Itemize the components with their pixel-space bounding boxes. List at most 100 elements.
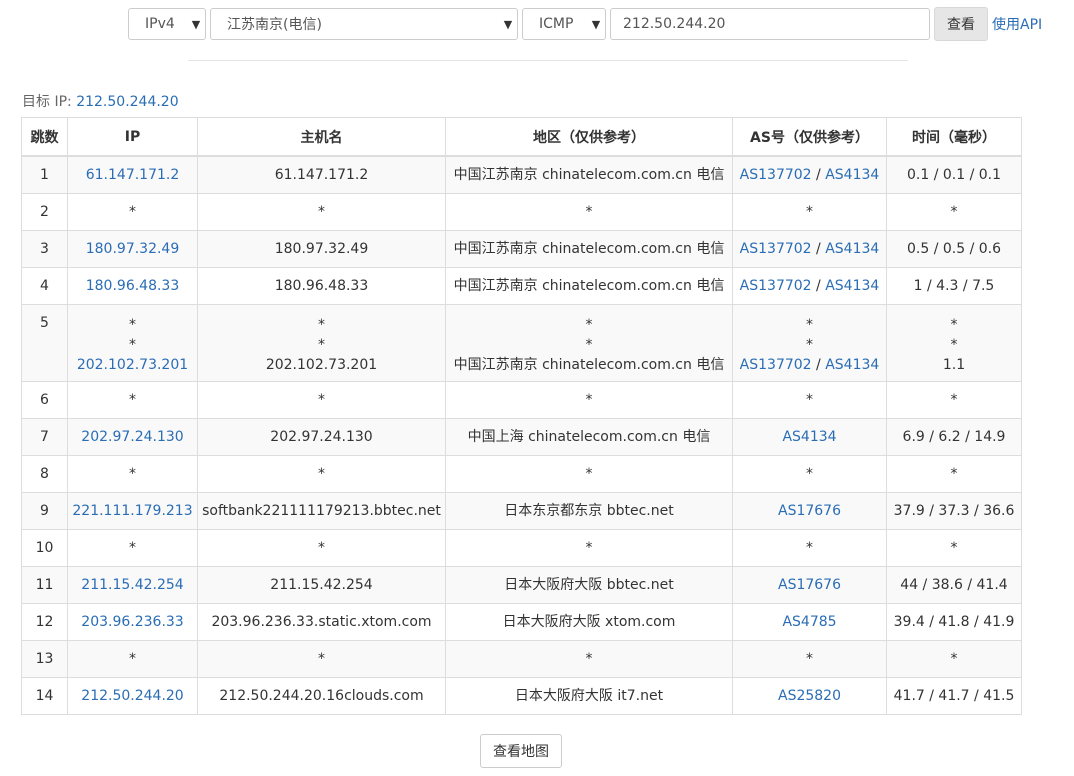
table-row: 10 * * * * * bbox=[21, 529, 1022, 567]
ip-link[interactable]: 61.147.171.2 bbox=[86, 167, 180, 183]
timeout-star: * bbox=[806, 317, 813, 333]
target-ip-value: 212.50.244.20 bbox=[76, 94, 179, 110]
as-cell: AS4785 bbox=[732, 603, 887, 641]
node-value: 江苏南京(电信) bbox=[227, 17, 322, 33]
as-cell: * bbox=[732, 455, 887, 493]
as-cell: * bbox=[732, 381, 887, 419]
time-cell: 1 / 4.3 / 7.5 bbox=[886, 267, 1022, 305]
table-row: 8 * * * * * bbox=[21, 455, 1022, 493]
as-link[interactable]: AS25820 bbox=[778, 688, 841, 704]
table-header-row: 跳数 IP 主机名 地区（仅供参考） AS号（仅供参考） 时间（毫秒） bbox=[21, 117, 1022, 157]
region-cell: 日本大阪府大阪 it7.net bbox=[445, 677, 733, 715]
region-cell: 日本东京都东京 bbtec.net bbox=[445, 492, 733, 530]
time-cell: 41.7 / 41.7 / 41.5 bbox=[886, 677, 1022, 715]
table-row: 4 180.96.48.33 180.96.48.33 中国江苏南京 china… bbox=[21, 267, 1022, 305]
ip-link[interactable]: 212.50.244.20 bbox=[81, 688, 183, 704]
as-link[interactable]: AS17676 bbox=[778, 503, 841, 519]
as-link[interactable]: AS4134 bbox=[825, 278, 879, 294]
target-input-value: 212.50.244.20 bbox=[623, 16, 726, 32]
region-cell: * bbox=[445, 455, 733, 493]
as-cell: AS25820 bbox=[732, 677, 887, 715]
ip-cell: 212.50.244.20 bbox=[67, 677, 198, 715]
hostname-cell: 211.15.42.254 bbox=[197, 566, 446, 604]
ip-version-value: IPv4 bbox=[145, 16, 175, 32]
chevron-down-icon: ▼ bbox=[503, 17, 513, 31]
region-text: 中国江苏南京 chinatelecom.com.cn 电信 bbox=[453, 357, 725, 373]
time-cell: * * 1.1 bbox=[886, 304, 1022, 382]
ip-version-select[interactable]: IPv4 ▼ bbox=[128, 8, 206, 40]
time-cell: * bbox=[886, 455, 1022, 493]
as-link[interactable]: AS4134 bbox=[825, 167, 879, 183]
hop-cell: 2 bbox=[21, 193, 68, 231]
use-api-link[interactable]: 使用API bbox=[992, 14, 1042, 34]
ip-cell: 180.97.32.49 bbox=[67, 230, 198, 268]
table-row: 14 212.50.244.20 212.50.244.20.16clouds.… bbox=[21, 677, 1022, 715]
region-cell: * bbox=[445, 193, 733, 231]
hop-cell: 4 bbox=[21, 267, 68, 305]
region-cell: * bbox=[445, 381, 733, 419]
chevron-down-icon: ▼ bbox=[191, 17, 201, 31]
timeout-star: * bbox=[585, 337, 593, 353]
as-link[interactable]: AS4134 bbox=[825, 357, 879, 373]
ip-cell: 221.111.179.213 bbox=[67, 492, 198, 530]
chevron-down-icon: ▼ bbox=[591, 17, 601, 31]
hostname-cell: 180.96.48.33 bbox=[197, 267, 446, 305]
divider bbox=[188, 60, 908, 61]
method-select[interactable]: ICMP ▼ bbox=[522, 8, 606, 40]
as-cell: AS137702 / AS4134 bbox=[732, 230, 887, 268]
ip-cell: 61.147.171.2 bbox=[67, 155, 198, 194]
query-button[interactable]: 查看 bbox=[934, 7, 988, 41]
node-select[interactable]: 江苏南京(电信) ▼ bbox=[210, 8, 518, 40]
ip-link[interactable]: 202.97.24.130 bbox=[81, 429, 183, 445]
hostname-cell: 203.96.236.33.static.xtom.com bbox=[197, 603, 446, 641]
col-header-region: 地区（仅供参考） bbox=[445, 117, 733, 157]
ip-cell: * bbox=[67, 455, 198, 493]
traceroute-table: 跳数 IP 主机名 地区（仅供参考） AS号（仅供参考） 时间（毫秒） 1 61… bbox=[21, 117, 1022, 715]
time-cell: * bbox=[886, 193, 1022, 231]
as-link[interactable]: AS137702 bbox=[740, 278, 812, 294]
ip-cell: 211.15.42.254 bbox=[67, 566, 198, 604]
hostname-cell: * bbox=[197, 455, 446, 493]
ip-link[interactable]: 180.96.48.33 bbox=[86, 278, 180, 294]
as-cell: AS17676 bbox=[732, 566, 887, 604]
hop-cell: 12 bbox=[21, 603, 68, 641]
as-link[interactable]: AS4134 bbox=[782, 429, 836, 445]
as-link[interactable]: AS137702 bbox=[740, 241, 812, 257]
hostname-cell: * bbox=[197, 381, 446, 419]
table-row: 2 * * * * * bbox=[21, 193, 1022, 231]
ip-cell: 203.96.236.33 bbox=[67, 603, 198, 641]
hop-cell: 8 bbox=[21, 455, 68, 493]
ip-link[interactable]: 211.15.42.254 bbox=[81, 577, 183, 593]
hostname-cell: softbank221111179213.bbtec.net bbox=[197, 492, 446, 530]
col-header-as: AS号（仅供参考） bbox=[732, 117, 887, 157]
as-link[interactable]: AS17676 bbox=[778, 577, 841, 593]
ip-link[interactable]: 221.111.179.213 bbox=[72, 503, 192, 519]
ip-cell: * bbox=[67, 381, 198, 419]
ip-cell: * bbox=[67, 640, 198, 678]
timeout-star: * bbox=[585, 317, 593, 333]
as-link[interactable]: AS4134 bbox=[825, 241, 879, 257]
ip-cell: * * 202.102.73.201 bbox=[67, 304, 198, 382]
ip-link[interactable]: 180.97.32.49 bbox=[86, 241, 180, 257]
ip-link[interactable]: 202.102.73.201 bbox=[77, 357, 188, 373]
region-cell: 中国江苏南京 chinatelecom.com.cn 电信 bbox=[445, 267, 733, 305]
as-link[interactable]: AS137702 bbox=[740, 167, 812, 183]
hostname-cell: 61.147.171.2 bbox=[197, 155, 446, 194]
timeout-star: * bbox=[806, 337, 813, 353]
hop-cell: 6 bbox=[21, 381, 68, 419]
region-cell: 中国江苏南京 chinatelecom.com.cn 电信 bbox=[445, 230, 733, 268]
ip-link[interactable]: 203.96.236.33 bbox=[81, 614, 183, 630]
table-row: 12 203.96.236.33 203.96.236.33.static.xt… bbox=[21, 603, 1022, 641]
hostname-cell: * bbox=[197, 640, 446, 678]
as-link[interactable]: AS137702 bbox=[740, 357, 812, 373]
hop-cell: 14 bbox=[21, 677, 68, 715]
as-link[interactable]: AS4785 bbox=[782, 614, 836, 630]
timeout-star: * bbox=[318, 317, 325, 333]
method-value: ICMP bbox=[539, 16, 574, 32]
timeout-star: * bbox=[950, 337, 958, 353]
hostname-cell: 212.50.244.20.16clouds.com bbox=[197, 677, 446, 715]
time-cell: 0.1 / 0.1 / 0.1 bbox=[886, 155, 1022, 194]
target-input[interactable]: 212.50.244.20 bbox=[610, 8, 930, 40]
ip-cell: * bbox=[67, 529, 198, 567]
view-map-button[interactable]: 查看地图 bbox=[480, 734, 562, 768]
